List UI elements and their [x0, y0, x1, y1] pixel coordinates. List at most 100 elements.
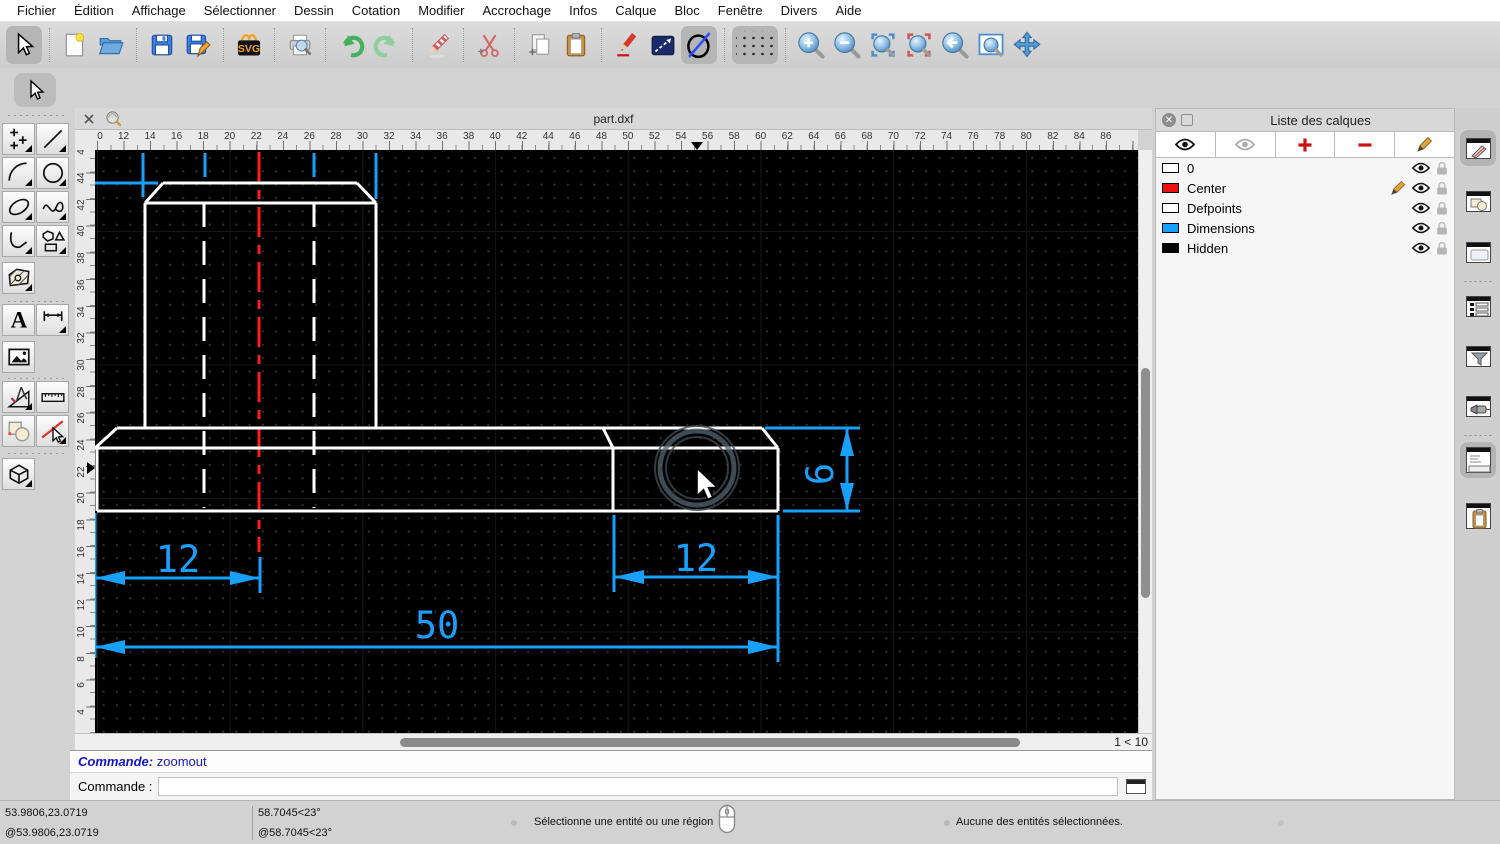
layer-lock-icon[interactable]	[1436, 161, 1448, 175]
zoom-back-button[interactable]	[937, 26, 973, 64]
points-tool-button[interactable]	[2, 123, 35, 155]
command-widget-button[interactable]	[1460, 442, 1496, 478]
print-preview-button[interactable]	[282, 26, 318, 64]
circle-attributes-button[interactable]	[681, 26, 717, 64]
layer-row[interactable]: Center	[1156, 178, 1454, 198]
zoom-auto-button[interactable]	[865, 26, 901, 64]
line-attributes-button[interactable]	[645, 26, 681, 64]
library-widget-button[interactable]	[1460, 234, 1496, 270]
layer-row[interactable]: 0	[1156, 158, 1454, 178]
undock-panel-icon[interactable]	[1181, 114, 1193, 126]
layer-row[interactable]: Dimensions	[1156, 218, 1454, 238]
menu-item[interactable]: Accrochage	[473, 3, 560, 18]
edit-layer-button[interactable]	[1395, 132, 1454, 157]
drawing-canvas[interactable]: 12 12 50 6	[95, 150, 1138, 733]
cut-button[interactable]	[471, 26, 507, 64]
layer-visibility-icon[interactable]	[1412, 162, 1430, 174]
spline-tool-button[interactable]	[36, 191, 69, 223]
horizontal-scrollbar-thumb[interactable]	[400, 738, 1020, 747]
pen-edit-button[interactable]	[609, 26, 645, 64]
menu-item[interactable]: Fenêtre	[709, 3, 772, 18]
menu-item[interactable]: Modifier	[409, 3, 473, 18]
layer-visibility-icon[interactable]	[1412, 242, 1430, 254]
save-as-button[interactable]	[180, 26, 216, 64]
menu-item[interactable]: Affichage	[123, 3, 195, 18]
layer-row[interactable]: Hidden	[1156, 238, 1454, 258]
order-tool-button[interactable]	[2, 415, 35, 447]
zoom-pan-button[interactable]	[1009, 26, 1045, 64]
entity-list-widget-button[interactable]	[1460, 288, 1496, 324]
copy-button[interactable]	[522, 26, 558, 64]
layer-color-swatch	[1162, 223, 1179, 233]
dimension-extension-marks[interactable]	[95, 153, 378, 199]
hatch-tool-button[interactable]	[2, 262, 35, 294]
part-outline[interactable]	[95, 181, 780, 513]
dimension-total-50[interactable]: 50	[95, 604, 778, 654]
horizontal-scrollbar[interactable]: 1 < 10	[75, 733, 1152, 750]
polyline-tool-button[interactable]	[2, 225, 35, 257]
close-panel-icon[interactable]: ✕	[1162, 113, 1176, 127]
layer-lock-icon[interactable]	[1436, 181, 1448, 195]
layer-visibility-icon[interactable]	[1412, 182, 1430, 194]
add-layer-button[interactable]	[1275, 132, 1336, 157]
zoom-window-button[interactable]	[973, 26, 1009, 64]
command-echo-widget-button[interactable]	[1460, 388, 1496, 424]
text-tool-button[interactable]: A	[2, 304, 35, 336]
layer-visibility-icon[interactable]	[1412, 222, 1430, 234]
delete-button[interactable]	[420, 26, 456, 64]
palette-select-button[interactable]	[14, 73, 56, 107]
image-tool-button[interactable]	[2, 341, 35, 373]
select-tool-button[interactable]	[6, 26, 42, 64]
layer-lock-icon[interactable]	[1436, 221, 1448, 235]
open-file-button[interactable]	[93, 26, 129, 64]
menu-item[interactable]: Divers	[772, 3, 827, 18]
paste-button[interactable]	[558, 26, 594, 64]
command-input[interactable]	[158, 777, 1119, 796]
solid-3d-tool-button[interactable]	[2, 458, 35, 490]
dimension-left-12[interactable]: 12	[95, 513, 262, 658]
command-widget-icon	[1465, 447, 1491, 473]
detach-console-button[interactable]	[1126, 779, 1147, 794]
clipboard-widget-button[interactable]	[1460, 498, 1496, 534]
save-button[interactable]	[144, 26, 180, 64]
zoom-out-button[interactable]	[829, 26, 865, 64]
ruler-tool-button[interactable]	[36, 381, 69, 413]
vertical-scrollbar-thumb[interactable]	[1141, 368, 1150, 598]
layer-lock-icon[interactable]	[1436, 241, 1448, 255]
menu-item[interactable]: Cotation	[343, 3, 409, 18]
dimension-right-12[interactable]: 12	[612, 515, 780, 662]
menu-item[interactable]: Fichier	[8, 3, 65, 18]
menu-item[interactable]: Aide	[826, 3, 870, 18]
layer-lock-icon[interactable]	[1436, 201, 1448, 215]
menu-item[interactable]: Édition	[65, 3, 123, 18]
grid-toggle-button[interactable]	[732, 26, 778, 64]
menu-item[interactable]: Calque	[606, 3, 665, 18]
layer-visibility-icon[interactable]	[1412, 202, 1430, 214]
menu-item[interactable]: Sélectionner	[195, 3, 285, 18]
arc-tool-button[interactable]	[2, 157, 35, 189]
measure-tool-button[interactable]	[2, 381, 35, 413]
polygon-tool-button[interactable]	[36, 225, 69, 257]
layer-row[interactable]: Defpoints	[1156, 198, 1454, 218]
new-file-button[interactable]	[57, 26, 93, 64]
ellipse-tool-button[interactable]	[2, 191, 35, 223]
redo-button[interactable]	[369, 26, 405, 64]
layer-widget-button[interactable]	[1460, 130, 1496, 166]
menu-item[interactable]: Infos	[560, 3, 606, 18]
show-all-layers-button[interactable]	[1156, 132, 1216, 157]
svg-export-button[interactable]: SVG	[231, 26, 267, 64]
undo-button[interactable]	[333, 26, 369, 64]
zoom-in-button[interactable]	[793, 26, 829, 64]
filter-widget-button[interactable]	[1460, 338, 1496, 374]
hide-all-layers-button[interactable]	[1215, 132, 1276, 157]
zoom-previous-button[interactable]	[901, 26, 937, 64]
select-entity-tool-button[interactable]	[36, 415, 69, 447]
menu-item[interactable]: Dessin	[285, 3, 343, 18]
remove-layer-button[interactable]	[1335, 132, 1396, 157]
circle-tool-button[interactable]	[36, 157, 69, 189]
block-widget-button[interactable]	[1460, 183, 1496, 219]
line-tool-button[interactable]	[36, 123, 69, 155]
dimension-tool-button[interactable]	[36, 304, 69, 336]
vertical-scrollbar[interactable]	[1138, 150, 1152, 733]
menu-item[interactable]: Bloc	[665, 3, 708, 18]
